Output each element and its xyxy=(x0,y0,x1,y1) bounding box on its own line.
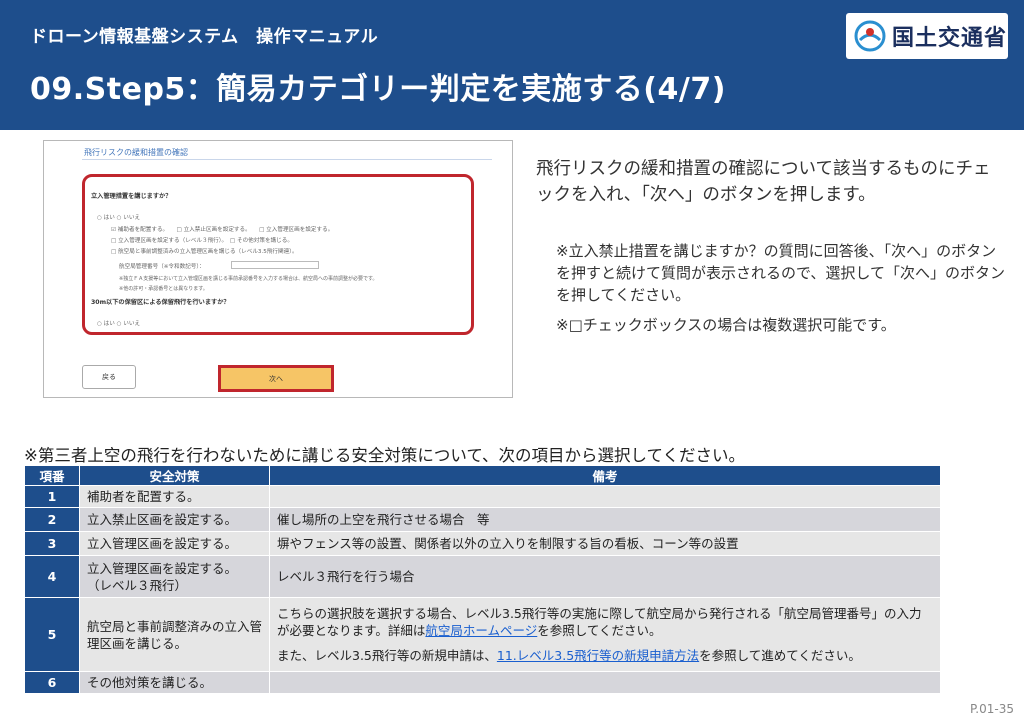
row-measure: 立入禁止区画を設定する。 xyxy=(79,507,270,532)
note-line-2: ※他の許可・承認番号とは異なります。 xyxy=(119,286,208,292)
option-row-1[interactable]: ☑ 補助者を配置する。 □ 立入禁止区画を設定する。 □ 立入管理区画を設定する… xyxy=(111,225,333,233)
page-number: P.01-35 xyxy=(969,702,1014,716)
row-number: 1 xyxy=(24,485,80,508)
row-number: 4 xyxy=(24,555,80,598)
note-question: ※立入禁止措置を講じますか？の質問に回答後、「次へ」のボタンを押すと続けて質問が… xyxy=(556,242,1005,304)
page-title: 09.Step5：簡易カテゴリー判定を実施する(4/7) xyxy=(30,72,726,107)
question-2: 30m以下の保留区による保留飛行を行いますか？ xyxy=(91,299,230,306)
safety-measures-table: 項番 安全対策 備考 1 補助者を配置する。 2 立入禁止区画を設定する。 催し… xyxy=(24,465,941,694)
row-remark: 塀やフェンス等の設置、関係者以外の立入りを制限する旨の看板、コーン等の設置 xyxy=(269,531,941,556)
question-panel: 立入管理措置を講じますか？ ○ はい ○ いいえ ☑ 補助者を配置する。 □ 立… xyxy=(82,174,474,335)
header-measure: 安全対策 xyxy=(79,465,270,486)
q1-radio[interactable]: ○ はい ○ いいえ xyxy=(97,213,140,221)
mlit-homepage-link[interactable]: 航空局ホームページ xyxy=(425,623,537,638)
row-measure: その他対策を講じる。 xyxy=(79,671,270,694)
question-1: 立入管理措置を講じますか？ xyxy=(91,193,172,200)
option-row-2[interactable]: □ 立入管理区画を設定する（レベル３飛行）。 □ その他対策を講じる。 xyxy=(111,236,293,244)
screenshot-frame: 飛行リスクの緩和措置の確認 立入管理措置を講じますか？ ○ はい ○ いいえ ☑… xyxy=(43,140,513,398)
manual-subtitle: ドローン情報基盤システム 操作マニュアル xyxy=(30,27,379,47)
row-number: 5 xyxy=(24,597,80,672)
row-remark xyxy=(269,485,941,508)
table-row: 4 立入管理区画を設定する。 （レベル３飛行） レベル３飛行を行う場合 xyxy=(24,555,941,598)
back-button[interactable]: 戻る xyxy=(82,365,136,389)
row-remark xyxy=(269,671,941,694)
option-row-3[interactable]: □ 航空局と事前調整済みの立入管理区画を講じる（レベル3.5飛行関連）。 xyxy=(111,247,298,255)
row-remark: レベル３飛行を行う場合 xyxy=(269,555,941,598)
note-checkbox: ※□チェックボックスの場合は複数選択可能です。 xyxy=(556,316,896,334)
row-number: 3 xyxy=(24,531,80,556)
row-measure: 立入管理区画を設定する。 （レベル３飛行） xyxy=(79,555,270,598)
header-band: ドローン情報基盤システム 操作マニュアル 09.Step5：簡易カテゴリー判定を… xyxy=(0,0,1024,130)
row-remark: 催し場所の上空を飛行させる場合 等 xyxy=(269,507,941,532)
mlit-emblem-icon xyxy=(854,20,886,52)
table-row: 1 補助者を配置する。 xyxy=(24,485,941,508)
remark-text-b: を参照してください。 xyxy=(537,623,662,638)
next-button[interactable]: 次へ xyxy=(218,365,334,392)
section-divider xyxy=(82,159,492,160)
table-row: 5 航空局と事前調整済みの立入管理区画を講じる。 こちらの選択肢を選択する場合、… xyxy=(24,597,941,672)
row-measure: 立入管理区画を設定する。 xyxy=(79,531,270,556)
header-no: 項番 xyxy=(24,465,80,486)
table-row: 3 立入管理区画を設定する。 塀やフェンス等の設置、関係者以外の立入りを制限する… xyxy=(24,531,941,556)
row-measure: 補助者を配置する。 xyxy=(79,485,270,508)
note-line-1: ※独立ＦＡ支援等において立入管理区画を講じる事前承認番号を入力する場合は、航空局… xyxy=(119,276,378,282)
row-number: 2 xyxy=(24,507,80,532)
description: 飛行リスクの緩和措置の確認について該当するものにチェックを入れ、「次へ」のボタン… xyxy=(536,159,991,205)
mlit-logo: 国土交通省 xyxy=(846,13,1008,59)
row-number: 6 xyxy=(24,671,80,694)
level35-application-link[interactable]: 11.レベル3.5飛行等の新規申請方法 xyxy=(497,648,699,663)
q2-radio[interactable]: ○ はい ○ いいえ xyxy=(97,319,140,327)
section-title: 飛行リスクの緩和措置の確認 xyxy=(84,148,188,157)
remark-text-c: また、レベル3.5飛行等の新規申請は、 xyxy=(277,648,497,663)
mgmt-number-input[interactable] xyxy=(231,261,319,269)
header-remark: 備考 xyxy=(269,465,941,486)
table-row: 6 その他対策を講じる。 xyxy=(24,671,941,694)
mgmt-number-label: 航空局管理番号（※令和数記号）： xyxy=(119,264,205,270)
logo-text: 国土交通省 xyxy=(892,26,1008,51)
row-remark: こちらの選択肢を選択する場合、レベル3.5飛行等の実施に際して航空局から発行され… xyxy=(269,597,941,672)
table-caption: ※第三者上空の飛行を行わないために講じる安全対策について、次の項目から選択してく… xyxy=(24,446,746,465)
row-measure: 航空局と事前調整済みの立入管理区画を講じる。 xyxy=(79,597,270,672)
table-row: 2 立入禁止区画を設定する。 催し場所の上空を飛行させる場合 等 xyxy=(24,507,941,532)
remark-text-d: を参照して進めてください。 xyxy=(699,648,861,663)
